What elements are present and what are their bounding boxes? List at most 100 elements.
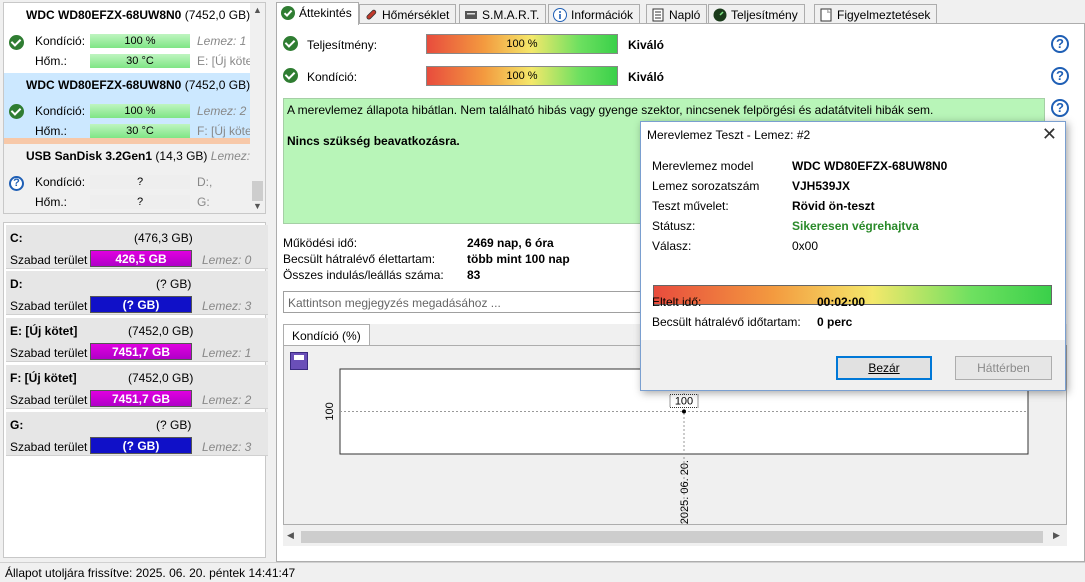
model-label: Merevlemez model xyxy=(652,159,754,173)
health-bar: 100 % xyxy=(426,66,618,86)
volume-item[interactable]: E: [Új kötet] (7452,0 GB) Szabad terület… xyxy=(6,318,268,362)
background-button-label: Háttérben xyxy=(977,361,1030,375)
health-row: Kondíció: 100 % Kiváló xyxy=(283,64,1073,88)
tab-performance[interactable]: Teljesítmény xyxy=(708,4,805,24)
drive-title: USB SanDisk 3.2Gen1 (14,3 GB) Lemez: 3 xyxy=(26,149,260,163)
free-space-bar: (? GB) xyxy=(90,437,192,454)
volume-size: (? GB) xyxy=(156,277,192,291)
drive-health-row: Kondíció: ? D:, xyxy=(4,174,251,190)
tab-overview[interactable]: Áttekintés xyxy=(276,2,359,25)
free-space-bar: 7451,7 GB xyxy=(90,390,192,407)
drive-item-2[interactable]: WDC WD80EFZX-68UW8N0 (7452,0 GB) Kondíci… xyxy=(4,73,258,144)
scroll-thumb[interactable] xyxy=(252,181,263,201)
free-space-label: Szabad terület xyxy=(10,393,88,407)
help-icon[interactable]: ? xyxy=(1051,67,1069,85)
free-space-label: Szabad terület xyxy=(10,253,88,267)
dialog-titlebar[interactable]: Merevlemez Teszt - Lemez: #2 ✕ xyxy=(641,122,1065,146)
drive-title: WDC WD80EFZX-68UW8N0 (7452,0 GB) xyxy=(26,8,250,22)
help-icon[interactable]: ? xyxy=(1051,99,1069,117)
performance-label: Teljesítmény: xyxy=(307,38,378,52)
uptime-value: 2469 nap, 6 óra xyxy=(467,236,554,250)
disk-label: Lemez: 1 xyxy=(197,34,247,48)
lifetime-label: Becsült hátralévő élettartam: xyxy=(283,252,436,266)
tab-bar: Áttekintés Hőmérséklet S.M.A.R.T. Inform… xyxy=(276,2,1085,25)
temp-bar: 30 °C xyxy=(90,124,190,138)
drive-list: WDC WD80EFZX-68UW8N0 (7452,0 GB) Kondíci… xyxy=(3,2,266,214)
data-label: 100 xyxy=(675,396,693,408)
drive-temp-row: Hőm.: 30 °C E: [Új kötet] xyxy=(4,53,259,69)
tab-smart[interactable]: S.M.A.R.T. xyxy=(459,4,547,24)
drive-list-scrollbar[interactable]: ▲ ▼ xyxy=(250,3,265,213)
performance-rating: Kiváló xyxy=(628,38,665,52)
volume-item[interactable]: F: [Új kötet] (7452,0 GB) Szabad terület… xyxy=(6,365,268,409)
tab-label: Áttekintés xyxy=(299,6,352,20)
info-icon xyxy=(553,8,567,22)
close-button[interactable]: Bezár xyxy=(836,356,932,380)
drive-item-3[interactable]: USB SanDisk 3.2Gen1 (14,3 GB) Lemez: 3 ?… xyxy=(4,144,260,213)
drive-model: USB SanDisk 3.2Gen1 xyxy=(26,149,153,163)
scroll-right-icon[interactable]: ▶ xyxy=(1053,530,1060,541)
chart-scrollbar[interactable]: ◀ ▶ xyxy=(283,529,1067,545)
left-pane: WDC WD80EFZX-68UW8N0 (7452,0 GB) Kondíci… xyxy=(0,0,268,562)
background-button[interactable]: Háttérben xyxy=(955,356,1052,380)
check-circle-icon xyxy=(281,6,295,20)
health-label: Kondíció: xyxy=(35,34,86,48)
volume-size: (476,3 GB) xyxy=(134,231,193,245)
scroll-up-icon[interactable]: ▲ xyxy=(253,5,262,15)
ok-status-icon xyxy=(283,36,298,51)
drive-size: (14,3 GB) xyxy=(155,149,208,163)
free-space-label: Szabad terület xyxy=(10,440,88,454)
free-space-bar: 426,5 GB xyxy=(90,250,192,267)
disk-label: Lemez: 2 xyxy=(197,104,247,118)
status-value: Sikeresen végrehajtva xyxy=(792,219,919,233)
answer-value: 0x00 xyxy=(792,239,819,253)
x-tick-label: 2025. 06. 20. xyxy=(679,460,691,524)
health-bar: 100 % xyxy=(90,104,190,118)
scroll-thumb[interactable] xyxy=(301,531,1043,543)
scroll-down-icon[interactable]: ▼ xyxy=(253,201,262,211)
volume-name: C: xyxy=(10,231,23,245)
drive-model: WDC WD80EFZX-68UW8N0 xyxy=(26,78,182,92)
speedometer-icon xyxy=(713,8,727,22)
tab-information[interactable]: Információk xyxy=(548,4,641,24)
elapsed-value: 00:02:00 xyxy=(817,295,866,309)
volume-name: E: [Új kötet] xyxy=(10,324,78,338)
performance-row: Teljesítmény: 100 % Kiváló xyxy=(283,32,1073,56)
chart-tab-health[interactable]: Kondíció (%) xyxy=(283,324,370,346)
help-icon[interactable]: ? xyxy=(1051,35,1069,53)
free-space-label: Szabad terület xyxy=(10,299,88,313)
drive-size: (7452,0 GB) xyxy=(184,78,251,92)
drive-item-1[interactable]: WDC WD80EFZX-68UW8N0 (7452,0 GB) Kondíci… xyxy=(4,3,259,73)
health-label: Kondíció: xyxy=(307,70,358,84)
dialog-body: Merevlemez model WDC WD80EFZX-68UW8N0 Le… xyxy=(641,146,1065,340)
tab-label: Információk xyxy=(571,8,634,22)
status-label: Státusz: xyxy=(652,219,696,233)
dialog-title: Merevlemez Teszt - Lemez: #2 xyxy=(647,128,811,142)
scroll-left-icon[interactable]: ◀ xyxy=(287,530,294,541)
volume-disk: Lemez: 3 xyxy=(202,440,252,454)
last-updated-text: Állapot utoljára frissítve: 2025. 06. 20… xyxy=(5,566,296,580)
drive-title: WDC WD80EFZX-68UW8N0 (7452,0 GB) xyxy=(26,78,250,92)
temp-label: Hőm.: xyxy=(35,195,68,209)
operation-value: Rövid ön-teszt xyxy=(792,199,875,213)
startstop-value: 83 xyxy=(467,268,481,282)
volume-disk: Lemez: 3 xyxy=(202,299,252,313)
close-icon[interactable]: ✕ xyxy=(1042,124,1057,145)
drive-health-row: Kondíció: 100 % Lemez: 2 xyxy=(4,103,251,119)
volume-item[interactable]: D: (? GB) Szabad terület (? GB) Lemez: 3 xyxy=(6,271,268,315)
volume-label: D:, xyxy=(197,175,213,189)
close-button-label: Bezár xyxy=(868,361,900,375)
volume-item[interactable]: G: (? GB) Szabad terület (? GB) Lemez: 3 xyxy=(6,412,268,456)
thermometer-icon xyxy=(366,9,377,20)
temp-label: Hőm.: xyxy=(35,54,68,68)
volume-item[interactable]: C: (476,3 GB) Szabad terület 426,5 GB Le… xyxy=(6,225,268,269)
tab-warnings[interactable]: Figyelmeztetések xyxy=(814,4,938,24)
free-space-label: Szabad terület xyxy=(10,346,88,360)
serial-label: Lemez sorozatszám xyxy=(652,179,760,193)
tab-temperature[interactable]: Hőmérséklet xyxy=(359,4,457,24)
tab-label: Hőmérséklet xyxy=(382,8,450,22)
tab-log[interactable]: Napló xyxy=(646,4,708,24)
volume-size: (7452,0 GB) xyxy=(128,371,194,385)
pane-splitter[interactable] xyxy=(268,0,276,562)
temp-bar: 30 °C xyxy=(90,54,190,68)
